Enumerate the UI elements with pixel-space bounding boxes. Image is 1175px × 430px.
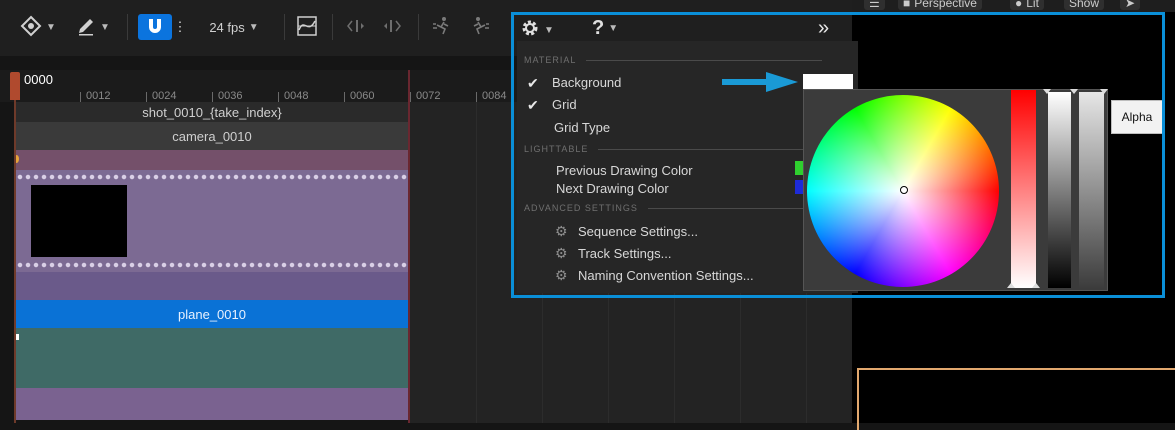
ruler-tick-label: 0048 [284,90,309,102]
onion-skin-back-button[interactable] [432,14,454,40]
pencil-icon [76,16,96,39]
plane-sub-section[interactable] [16,388,408,420]
snap-toggle-button[interactable] [138,14,172,40]
lit-sphere-icon: ● [1015,0,1023,10]
ruler-tick [344,92,345,102]
step-back-icon [346,17,370,38]
snap-options-button[interactable]: ⋮ [173,14,187,40]
toolbar-divider [418,14,419,40]
lit-button[interactable]: ● Lit [1010,0,1044,10]
viewport-menu-button[interactable]: ☰ [864,0,885,10]
draw-tool-dropdown[interactable]: ▼ [76,14,110,40]
ruler-tick [278,92,279,102]
show-button[interactable]: Show [1064,0,1105,10]
camera-track[interactable]: camera_0010 [16,122,408,150]
kebab-menu-icon: ⋮ [173,19,187,34]
ruler-tick [80,92,81,102]
chevron-down-icon: ▼ [46,21,56,33]
chevron-down-icon: ▼ [248,21,259,33]
plane-section[interactable] [16,328,408,388]
plane-label: plane_0010 [178,306,246,322]
ruler-tick [212,92,213,102]
ruler-tick-label: 0012 [86,90,111,102]
filmstrip-perforations [16,262,408,268]
grid-line [476,102,477,423]
perspective-button[interactable]: ■ Perspective [898,0,982,10]
annotation-highlight-box [511,12,1165,298]
lit-label: Lit [1026,0,1039,10]
ruler-tick [146,92,147,102]
curve-editor-icon [296,15,318,40]
frame-rate-dropdown[interactable]: 24 fps ▼ [198,14,270,40]
curve-editor-button[interactable] [296,14,318,40]
magnet-icon [146,17,164,38]
step-forward-icon [378,17,402,38]
ruler-tick-label: 0024 [152,90,177,102]
ruler-tick-label: 0036 [218,90,243,102]
camera-frame-border [857,368,1175,430]
ruler-tick-label: 0084 [482,90,507,102]
cursor-icon: ➤ [1125,0,1136,10]
toolbar-divider [332,14,333,40]
cube-icon: ■ [903,0,911,10]
toolbar-divider [284,14,285,40]
fps-label: 24 fps [209,19,245,35]
ruler-tick [410,92,411,102]
playback-end-marker[interactable] [408,70,410,423]
playhead-line [14,100,16,423]
playhead-handle[interactable] [10,72,20,100]
viewport-toolbar: ☰ ■ Perspective ● Lit Show ➤ [852,0,1175,12]
transform-icon [20,15,42,40]
run-right-icon [468,16,490,39]
frame-thumbnail [31,185,127,257]
step-back-button[interactable] [346,14,370,40]
camera-section[interactable] [16,150,408,170]
step-forward-button[interactable] [378,14,402,40]
hamburger-icon: ☰ [869,0,880,10]
shot-label: shot_0010_{take_index} [142,104,282,120]
select-mode-button[interactable]: ➤ [1120,0,1141,10]
current-frame-label: 0000 [24,72,53,87]
transform-dropdown[interactable]: ▼ [20,14,56,40]
ruler-tick-label: 0072 [416,90,441,102]
show-label: Show [1069,0,1100,10]
onion-skin-forward-button[interactable] [468,14,490,40]
plane-track[interactable]: plane_0010 [16,300,408,328]
chevron-down-icon: ▼ [100,21,110,33]
filmstrip-perforations [16,174,408,180]
camera-label: camera_0010 [172,128,252,144]
toolbar-divider [127,14,128,40]
drawing-section[interactable] [16,272,408,300]
shot-track[interactable]: shot_0010_{take_index} [16,102,408,122]
perspective-label: Perspective [914,0,977,10]
ruler-tick-label: 0060 [350,90,375,102]
ruler-tick [476,92,477,102]
run-left-icon [432,16,454,39]
